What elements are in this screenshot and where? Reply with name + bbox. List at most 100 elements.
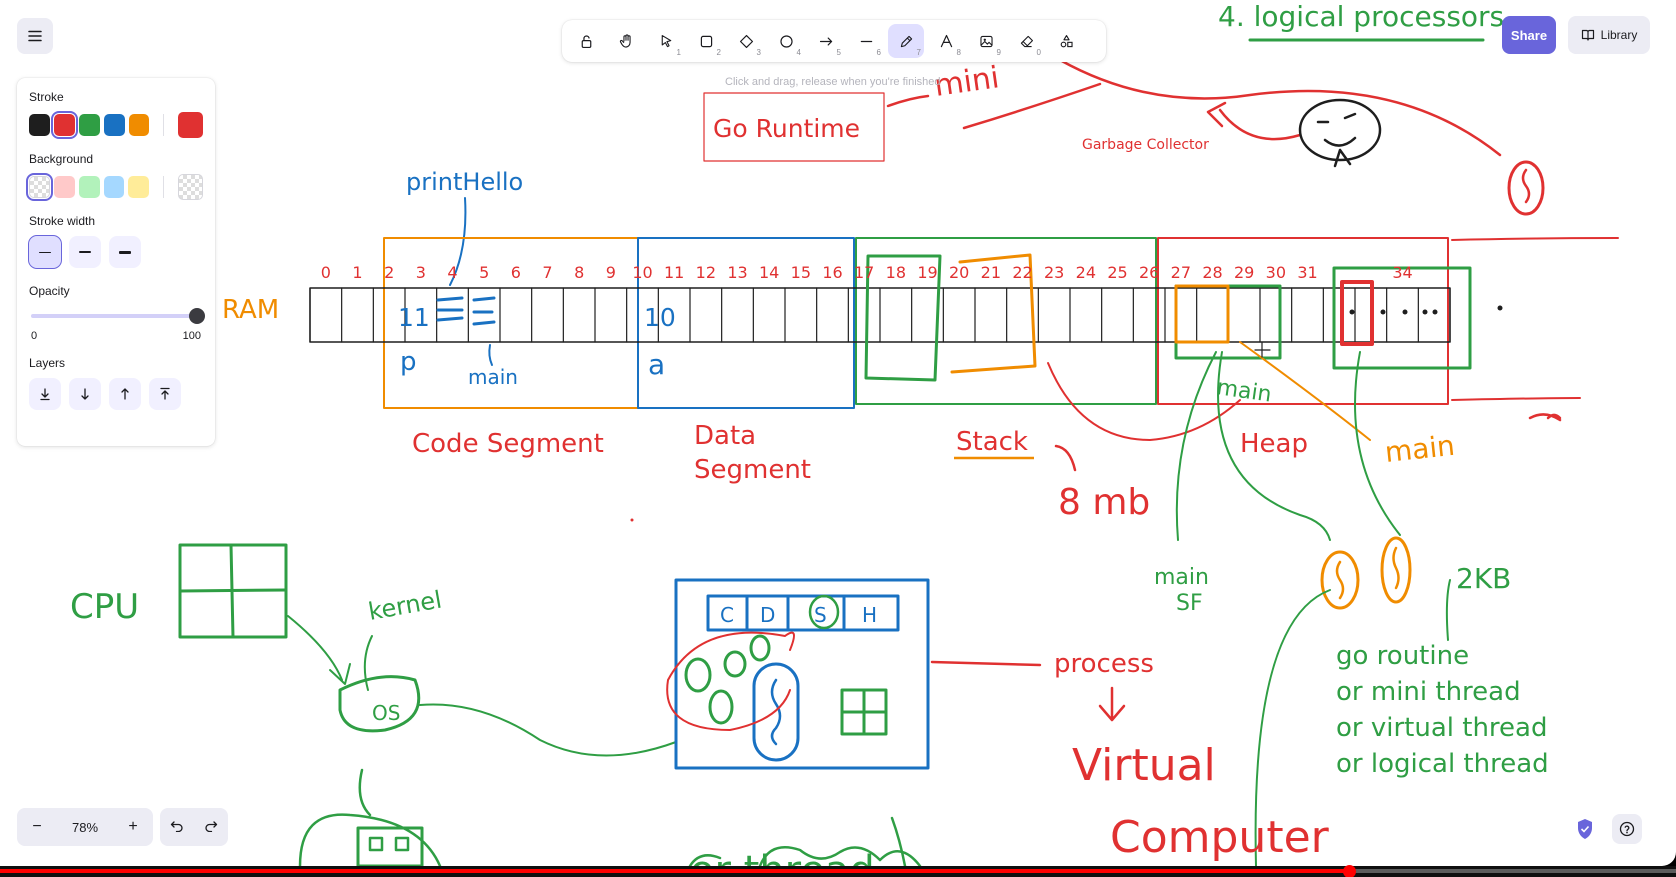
rectangle-tool-button[interactable]: 2: [688, 24, 724, 58]
bg-swatch-transparent[interactable]: [26, 173, 53, 201]
main-menu-button[interactable]: [17, 18, 53, 54]
ram-index-label: 3: [416, 263, 426, 282]
drawing-layer: 0 1 2 3 4 5 6 7 8 9 10 11 12 13 14 15 16 17 18 19 20 21 22 23 24…: [70, 0, 1619, 866]
opacity-max: 100: [182, 330, 201, 342]
ram-index-label: 17: [854, 263, 874, 282]
eraser-icon: [1020, 35, 1033, 47]
stroke-swatch-blue[interactable]: [103, 114, 125, 136]
opacity-slider[interactable]: [31, 306, 205, 326]
ram-index-label: 8: [574, 263, 584, 282]
zoom-controls: − 78% +: [17, 808, 153, 846]
bg-swatch-green[interactable]: [78, 176, 100, 198]
stroke-width-bold-button[interactable]: [69, 236, 101, 268]
ram-index-label: 21: [981, 263, 1001, 282]
whiteboard-canvas[interactable]: 0 1 2 3 4 5 6 7 8 9 10 11 12 13 14 15 16 17 18 19 20 21 22 23 24…: [0, 0, 1676, 866]
proc-segment-s: S: [814, 603, 827, 627]
arrow-icon: [819, 37, 832, 45]
print-hello-label: printHello: [406, 168, 523, 196]
selection-tool-button[interactable]: 1: [648, 24, 684, 58]
bring-forward-button[interactable]: [109, 378, 141, 410]
current-stroke-color[interactable]: [178, 112, 203, 138]
stroke-swatch-black[interactable]: [29, 114, 50, 136]
video-progress-bar[interactable]: [0, 865, 1676, 877]
ram-index-label: 16: [822, 263, 842, 282]
image-tool-button[interactable]: 9: [968, 24, 1004, 58]
text-icon: [940, 34, 952, 47]
draw-tool-button[interactable]: 7: [888, 24, 924, 58]
stroke-swatch-red[interactable]: [50, 111, 78, 139]
hand-tool-button[interactable]: [608, 24, 644, 58]
stroke-width-thin-button[interactable]: [28, 235, 62, 269]
text-tool-button[interactable]: 8: [928, 24, 964, 58]
stroke-swatch-green[interactable]: [78, 114, 100, 136]
bring-to-front-button[interactable]: [149, 378, 181, 410]
stack-label: Stack: [956, 427, 1028, 457]
send-backward-button[interactable]: [69, 378, 101, 410]
goroutine-line-4: or logical thread: [1336, 749, 1549, 779]
bg-swatch-yellow[interactable]: [128, 176, 150, 198]
share-button[interactable]: Share: [1502, 16, 1556, 54]
ellipse-tool-button[interactable]: 4: [768, 24, 804, 58]
library-button[interactable]: Library: [1568, 16, 1650, 54]
eraser-tool-button[interactable]: 0: [1008, 24, 1044, 58]
opacity-slider-handle[interactable]: [189, 308, 205, 324]
drawing-hint: Click and drag, release when you're fini…: [725, 76, 941, 88]
ram-index-label: 31: [1297, 263, 1317, 282]
swatch-divider: [163, 114, 165, 136]
current-background-color[interactable]: [178, 174, 204, 200]
ram-index-label: 0: [321, 263, 331, 282]
background-color-row: [26, 173, 204, 201]
lock-tool-button[interactable]: [568, 24, 604, 58]
ram-index-label: 2: [384, 263, 394, 282]
goroutine-line-2: or mini thread: [1336, 677, 1521, 707]
main-sf-label-2: SF: [1176, 591, 1203, 616]
arrow-tool-button[interactable]: 5: [808, 24, 844, 58]
zoom-in-button[interactable]: +: [123, 818, 143, 836]
zoom-out-button[interactable]: −: [27, 818, 47, 836]
bg-swatch-pink[interactable]: [53, 176, 75, 198]
var-a-label: a: [648, 348, 665, 381]
line-icon: [860, 40, 872, 42]
mini-label: mini: [932, 60, 1001, 104]
ram-index-label: 13: [727, 263, 747, 282]
ram-index-label: 1: [352, 263, 362, 282]
heap-label: Heap: [1240, 429, 1308, 459]
more-tools-button[interactable]: [1048, 24, 1084, 58]
diamond-tool-button[interactable]: 3: [728, 24, 764, 58]
process-label: process: [1054, 649, 1154, 679]
ram-label: RAM: [222, 295, 279, 325]
zoom-level[interactable]: 78%: [72, 820, 98, 835]
code-segment-label: Code Segment: [412, 429, 604, 459]
arrow-down-icon: [81, 388, 89, 400]
lock-icon: [581, 34, 591, 48]
go-runtime-label: Go Runtime: [713, 114, 860, 143]
cell-value-10: 10: [644, 303, 676, 332]
ram-index-label: 9: [606, 263, 616, 282]
layer-buttons: [29, 378, 203, 410]
stroke-width-extra-bold-button[interactable]: [109, 236, 141, 268]
line-tool-button[interactable]: 6: [848, 24, 884, 58]
redo-button[interactable]: [204, 819, 218, 836]
video-remaining-portion: [1349, 869, 1676, 873]
stack-size-label: 8 mb: [1058, 482, 1150, 523]
computer-label: Computer: [1110, 812, 1330, 863]
goroutine-line-1: go routine: [1336, 641, 1469, 671]
video-scrubber-handle[interactable]: [1343, 865, 1357, 877]
ram-index-label: 25: [1107, 263, 1127, 282]
arrow-up-icon: [121, 388, 129, 400]
tool-bar: 1 2 3 4 5 6 7 8 9 0: [562, 20, 1106, 62]
ram-index-label: 29: [1234, 263, 1254, 282]
send-to-back-button[interactable]: [29, 378, 61, 410]
help-button[interactable]: [1612, 814, 1642, 844]
opacity-rail: [31, 314, 201, 318]
ram-index-label: 28: [1202, 263, 1222, 282]
undo-button[interactable]: [170, 819, 184, 836]
image-icon: [979, 35, 993, 47]
hand-icon: [619, 33, 631, 48]
ram-index-label: 22: [1012, 263, 1032, 282]
ram-index-label: 20: [949, 263, 969, 282]
stroke-swatch-orange[interactable]: [128, 114, 150, 136]
bg-swatch-blue[interactable]: [103, 176, 125, 198]
opacity-label: Opacity: [29, 284, 70, 298]
ram-index-label: 4: [447, 263, 457, 282]
